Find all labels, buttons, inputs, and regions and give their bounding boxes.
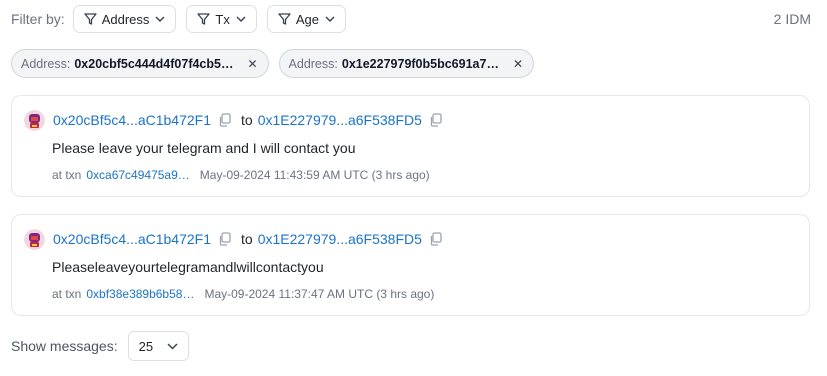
page-size-select[interactable]: 25 [127, 331, 189, 361]
message-text: Pleaseleaveyourtelegramandlwillcontactyo… [52, 259, 324, 275]
chevron-down-icon [155, 16, 165, 22]
from-address-link[interactable]: 0x20cBf5c4...aC1b472F1 [53, 231, 211, 247]
message-card: 0x20cBf5c4...aC1b472F1 to 0x1E227979...a… [11, 214, 810, 316]
filter-label: Filter by: [11, 11, 65, 27]
message-header: 0x20cBf5c4...aC1b472F1 to 0x1E227979...a… [24, 108, 452, 132]
result-count: 2 IDM [773, 11, 811, 27]
filter-address-label: Address [101, 11, 150, 27]
chip-value: 0x20cbf5c444d4f07f4cb5… [74, 56, 234, 71]
address-filter-chip: Address: 0x20cbf5c444d4f07f4cb5… ✕ [11, 49, 269, 78]
copy-icon[interactable] [429, 113, 442, 127]
filter-address-button[interactable]: Address [72, 5, 177, 33]
txn-hash-link[interactable]: 0xca67c49475a9… [86, 168, 189, 182]
close-icon[interactable]: ✕ [513, 57, 523, 71]
filter-bar: Filter by: Address Tx Age 2 IDM [11, 5, 811, 33]
message-header: 0x20cBf5c4...aC1b472F1 to 0x1E227979...a… [24, 227, 452, 251]
filter-tx-button[interactable]: Tx [186, 5, 257, 33]
at-txn-label: at txn [52, 168, 82, 182]
filter-age-label: Age [295, 11, 319, 27]
chevron-down-icon [325, 16, 335, 22]
avatar-icon [24, 228, 45, 250]
chevron-down-icon [167, 342, 178, 350]
message-meta: at txn 0xbf38e389b6b58… May-09-2024 11:3… [52, 287, 434, 301]
timestamp: May-09-2024 11:43:59 AM UTC (3 hrs ago) [199, 168, 430, 182]
to-label: to [241, 112, 253, 128]
copy-icon[interactable] [429, 232, 442, 246]
to-address-link[interactable]: 0x1E227979...a6F538FD5 [258, 231, 422, 247]
show-messages-label: Show messages: [11, 338, 118, 354]
active-filter-chips: Address: 0x20cbf5c444d4f07f4cb5… ✕ Addre… [11, 49, 544, 78]
from-address-link[interactable]: 0x20cBf5c4...aC1b472F1 [53, 112, 211, 128]
chip-key: Address: [21, 56, 71, 71]
message-meta: at txn 0xca67c49475a9… May-09-2024 11:43… [52, 168, 430, 182]
filter-icon [278, 13, 291, 25]
txn-hash-link[interactable]: 0xbf38e389b6b58… [86, 287, 194, 301]
timestamp: May-09-2024 11:37:47 AM UTC (3 hrs ago) [204, 287, 435, 301]
filter-age-button[interactable]: Age [266, 5, 346, 33]
filter-icon [84, 13, 97, 25]
to-label: to [241, 231, 253, 247]
page-size-value: 25 [138, 338, 154, 354]
at-txn-label: at txn [52, 287, 82, 301]
copy-icon[interactable] [218, 232, 231, 246]
copy-icon[interactable] [218, 113, 231, 127]
filter-tx-label: Tx [215, 11, 230, 27]
chip-value: 0x1e227979f0b5bc691a7… [341, 56, 499, 71]
close-icon[interactable]: ✕ [247, 57, 257, 71]
address-filter-chip: Address: 0x1e227979f0b5bc691a7… ✕ [278, 49, 535, 78]
message-text: Please leave your telegram and I will co… [52, 140, 356, 156]
filter-icon [197, 13, 211, 25]
message-card: 0x20cBf5c4...aC1b472F1 to 0x1E227979...a… [11, 95, 810, 197]
avatar-icon [24, 109, 45, 131]
to-address-link[interactable]: 0x1E227979...a6F538FD5 [258, 112, 422, 128]
chip-key: Address: [288, 56, 338, 71]
pagination-footer: Show messages: 25 [11, 331, 189, 361]
chevron-down-icon [236, 16, 246, 22]
